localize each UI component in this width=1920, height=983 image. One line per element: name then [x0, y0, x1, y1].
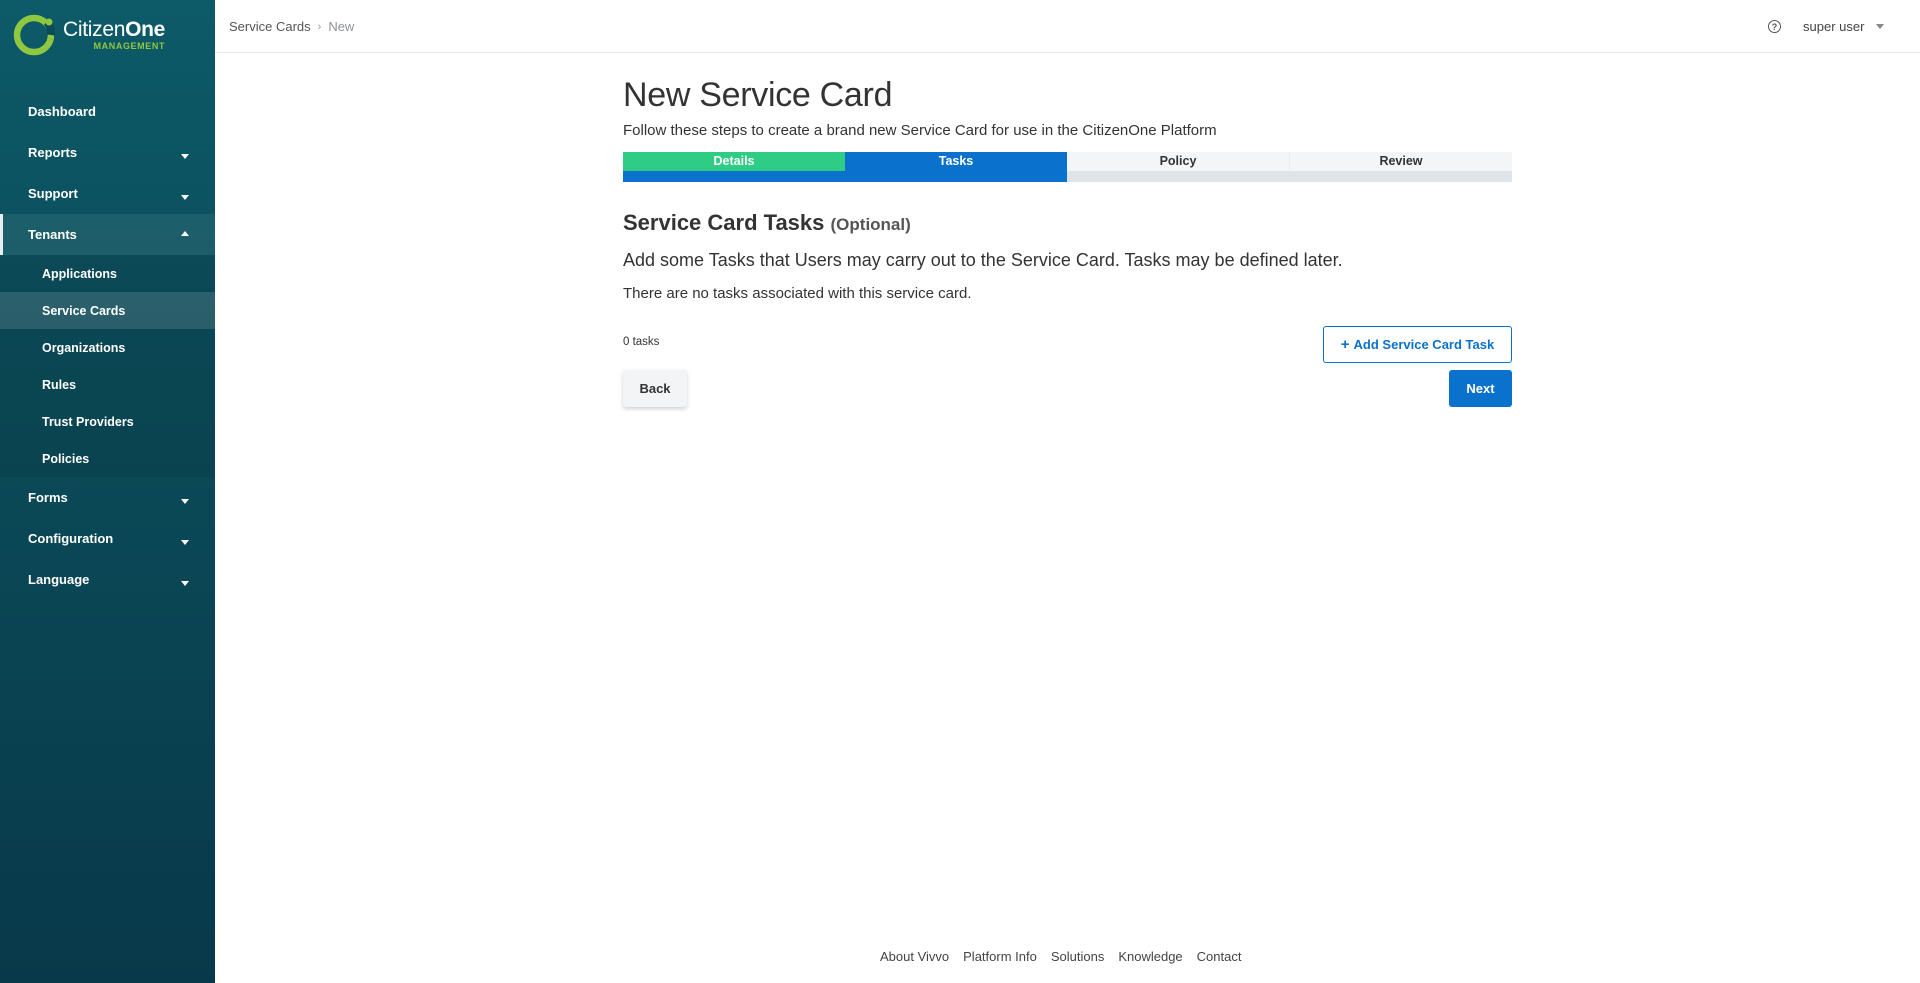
main-content: New Service Card Follow these steps to c…	[623, 75, 1512, 408]
user-name: super user	[1803, 19, 1865, 34]
wizard-progress-track	[1067, 170, 1512, 182]
chevron-down-icon	[181, 194, 189, 200]
sidebar-subitem-trust-providers[interactable]: Trust Providers	[0, 403, 215, 440]
breadcrumb-current: New	[328, 19, 355, 34]
citizenone-logo-icon	[13, 14, 55, 56]
sidebar-item-tenants[interactable]: Tenants	[0, 214, 215, 255]
sidebar-nav: Dashboard Reports Support Tenants Applic…	[0, 91, 215, 600]
section-optional-tag: (Optional)	[830, 214, 911, 234]
chevron-down-icon	[181, 153, 189, 159]
chevron-up-icon	[181, 230, 189, 236]
page-subtitle: Follow these steps to create a brand new…	[623, 121, 1217, 139]
chevron-down-icon	[181, 580, 189, 586]
step-review[interactable]: Review	[1290, 151, 1512, 171]
sidebar-subitem-label: Applications	[42, 266, 118, 281]
sidebar-item-support[interactable]: Support	[0, 173, 215, 214]
step-details[interactable]: Details	[623, 151, 845, 171]
tenants-submenu: Applications Service Cards Organizations…	[0, 255, 215, 477]
sidebar-item-forms[interactable]: Forms	[0, 477, 215, 518]
top-bar: Service Cards › New ? super user	[215, 0, 1920, 53]
tasks-toolbar: 0 tasks + Add Service Card Task	[623, 325, 1512, 363]
footer-link-solutions[interactable]: Solutions	[1051, 949, 1104, 964]
footer-link-platform-info[interactable]: Platform Info	[963, 949, 1037, 964]
sidebar-subitem-label: Rules	[42, 377, 77, 392]
breadcrumb-parent-link[interactable]: Service Cards	[229, 19, 311, 34]
wizard-stepper: Details Tasks Policy Review	[623, 151, 1512, 182]
breadcrumb: Service Cards › New	[229, 19, 354, 34]
wizard-progress-fill	[623, 170, 1067, 182]
back-button[interactable]: Back	[623, 369, 687, 407]
sidebar-subitem-label: Service Cards	[42, 303, 126, 318]
sidebar-subitem-policies[interactable]: Policies	[0, 440, 215, 477]
page-title: New Service Card	[623, 76, 893, 114]
sidebar-subitem-service-cards[interactable]: Service Cards	[0, 292, 215, 329]
section-title: Service Card Tasks (Optional)	[623, 210, 1512, 236]
empty-tasks-message: There are no tasks associated with this …	[623, 284, 972, 302]
footer-link-contact[interactable]: Contact	[1197, 949, 1242, 964]
chevron-down-icon	[181, 539, 189, 545]
sidebar: CitizenOne MANAGEMENT Dashboard Reports …	[0, 0, 215, 983]
sidebar-item-language[interactable]: Language	[0, 559, 215, 600]
footer-link-knowledge[interactable]: Knowledge	[1118, 949, 1182, 964]
sidebar-subitem-rules[interactable]: Rules	[0, 366, 215, 403]
section-title-text: Service Card Tasks	[623, 209, 825, 235]
step-policy[interactable]: Policy	[1067, 151, 1289, 171]
plus-icon: +	[1340, 335, 1350, 353]
sidebar-item-reports[interactable]: Reports	[0, 132, 215, 173]
sidebar-item-label: Support	[28, 186, 78, 201]
sidebar-subitem-label: Organizations	[42, 340, 126, 355]
add-task-label: Add Service Card Task	[1353, 336, 1495, 352]
sidebar-item-label: Configuration	[28, 531, 114, 546]
sidebar-item-label: Reports	[28, 145, 78, 160]
sidebar-subitem-label: Policies	[42, 451, 90, 466]
sidebar-item-dashboard[interactable]: Dashboard	[0, 91, 215, 132]
sidebar-item-label: Tenants	[28, 227, 77, 242]
section-lead: Add some Tasks that Users may carry out …	[623, 249, 1343, 270]
sidebar-item-label: Forms	[28, 490, 68, 505]
wizard-actions: Back Next	[623, 369, 1512, 408]
chevron-right-icon: ›	[317, 20, 322, 33]
logo[interactable]: CitizenOne MANAGEMENT	[13, 13, 203, 57]
footer-link-about[interactable]: About Vivvo	[880, 949, 949, 964]
sidebar-subitem-applications[interactable]: Applications	[0, 255, 215, 292]
footer: About Vivvo Platform Info Solutions Know…	[880, 949, 1255, 964]
brand-name-light: One	[125, 18, 166, 41]
brand-name-bold: Citizen	[63, 18, 126, 41]
question-circle-icon[interactable]: ?	[1768, 20, 1781, 33]
sidebar-item-label: Dashboard	[28, 104, 96, 119]
user-menu[interactable]: super user	[1803, 19, 1885, 34]
sidebar-subitem-label: Trust Providers	[42, 414, 134, 429]
sidebar-item-label: Language	[28, 572, 90, 587]
add-service-card-task-button[interactable]: + Add Service Card Task	[1323, 325, 1512, 363]
sidebar-item-configuration[interactable]: Configuration	[0, 518, 215, 559]
brand-tagline: MANAGEMENT	[93, 41, 166, 51]
chevron-down-icon	[1876, 24, 1885, 29]
next-button[interactable]: Next	[1449, 369, 1512, 407]
task-count: 0 tasks	[623, 335, 660, 348]
step-tasks[interactable]: Tasks	[845, 151, 1067, 171]
chevron-down-icon	[181, 498, 189, 504]
sidebar-subitem-organizations[interactable]: Organizations	[0, 329, 215, 366]
